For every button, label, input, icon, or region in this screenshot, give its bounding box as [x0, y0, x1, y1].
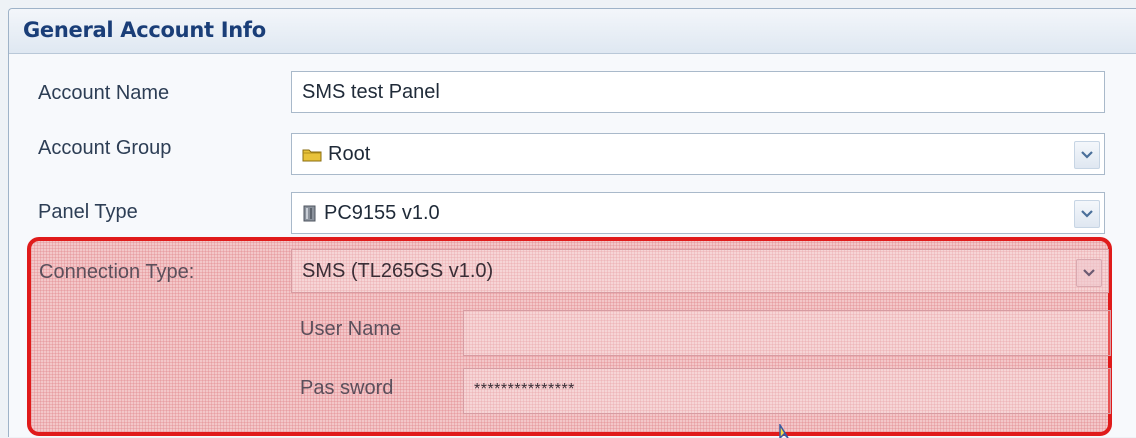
panel-type-dropdown-button[interactable] [1074, 200, 1100, 228]
connection-type-value: SMS (TL265GS v1.0) [302, 260, 494, 282]
chevron-down-icon [1081, 151, 1093, 159]
account-group-dropdown-button[interactable] [1074, 141, 1100, 169]
chevron-down-icon [1083, 269, 1095, 277]
panel-header: General Account Info [9, 9, 1136, 54]
account-group-value: Root [328, 143, 371, 165]
account-name-input[interactable]: SMS test Panel [291, 71, 1105, 113]
connection-type-label: Connection Type: [39, 261, 195, 283]
mouse-cursor-icon [779, 424, 789, 438]
user-name-input[interactable] [463, 310, 1111, 356]
connection-type-dropdown[interactable]: SMS (TL265GS v1.0) [291, 249, 1109, 293]
panel-device-icon [303, 205, 316, 221]
password-value: *************** [474, 381, 575, 398]
panel-type-value: PC9155 v1.0 [324, 202, 440, 224]
connection-type-dropdown-button[interactable] [1076, 259, 1102, 287]
account-name-value: SMS test Panel [302, 81, 440, 103]
panel-type-dropdown[interactable]: PC9155 v1.0 [291, 192, 1105, 234]
user-name-label: User Name [300, 318, 402, 340]
folder-icon [302, 149, 322, 162]
password-input[interactable]: *************** [463, 368, 1111, 414]
account-name-label: Account Name [38, 82, 170, 104]
panel-title: General Account Info [23, 18, 266, 42]
account-group-dropdown[interactable]: Root [291, 133, 1105, 175]
panel-type-label: Panel Type [38, 201, 138, 223]
account-group-label: Account Group [38, 137, 172, 159]
chevron-down-icon [1081, 210, 1093, 218]
password-label: Pas sword [300, 377, 394, 399]
